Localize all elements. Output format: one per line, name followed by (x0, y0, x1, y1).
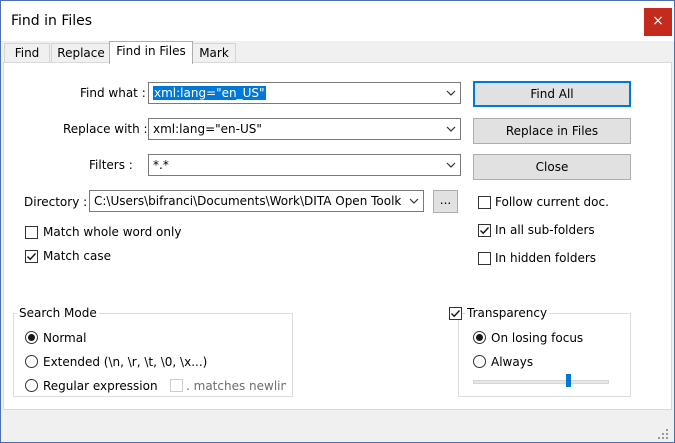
in-hidden-folders-label: In hidden folders (495, 251, 597, 265)
transparency-on-losing-focus-label: On losing focus (491, 331, 584, 345)
find-what-combo[interactable]: xml:lang="en_US" (148, 82, 461, 104)
transparency-checkbox[interactable] (449, 307, 462, 320)
tab-find-in-files-label: Find in Files (116, 44, 186, 58)
tab-mark[interactable]: Mark (192, 43, 236, 64)
replace-with-combo[interactable]: xml:lang="en-US" (148, 118, 461, 140)
match-case-label: Match case (43, 249, 112, 263)
in-hidden-folders-checkbox[interactable] (478, 252, 491, 265)
checkmark-icon (27, 253, 37, 261)
matches-newline-label: . matches newline (186, 379, 286, 393)
directory-label: Directory : (24, 195, 88, 209)
in-all-sub-folders-label: In all sub-folders (495, 223, 595, 237)
filters-value: *.* (153, 158, 169, 172)
transparency-always-label: Always (491, 355, 534, 369)
transparency-caption: Transparency (465, 306, 550, 320)
matches-newline-checkbox[interactable] (170, 379, 183, 392)
find-all-button[interactable]: Find All (473, 81, 631, 107)
chevron-down-icon[interactable] (446, 160, 456, 170)
tab-mark-label: Mark (199, 46, 229, 60)
filters-combo[interactable]: *.* (148, 154, 461, 176)
transparency-on-losing-focus-radio[interactable] (473, 331, 486, 344)
filters-label: Filters : (89, 158, 133, 172)
slider-thumb[interactable] (566, 374, 571, 387)
search-mode-extended-radio[interactable] (25, 355, 38, 368)
find-in-files-panel: Find what : xml:lang="en_US" Replace wit… (3, 62, 672, 410)
find-in-files-dialog: Find in Files × Find Replace Find in Fil… (0, 0, 675, 443)
replace-in-files-button[interactable]: Replace in Files (473, 118, 631, 144)
match-whole-word-label: Match whole word only (43, 225, 182, 239)
directory-combo[interactable]: C:\Users\bifranci\Documents\Work\DITA Op… (89, 190, 424, 212)
search-mode-caption: Search Mode (17, 306, 99, 320)
chevron-down-icon[interactable] (446, 124, 456, 134)
search-mode-extended-label: Extended (\n, \r, \t, \0, \x...) (43, 355, 208, 369)
status-bar (1, 411, 674, 442)
search-mode-normal-radio[interactable] (25, 331, 38, 344)
search-mode-normal-label: Normal (43, 331, 87, 345)
tab-find-label: Find (14, 46, 40, 60)
replace-with-value: xml:lang="en-US" (153, 122, 262, 136)
replace-with-label: Replace with : (63, 122, 148, 136)
tab-find-in-files[interactable]: Find in Files (109, 41, 193, 64)
transparency-always-radio[interactable] (473, 355, 486, 368)
in-all-sub-folders-checkbox[interactable] (478, 224, 491, 237)
match-case-checkbox[interactable] (25, 250, 38, 263)
find-what-value: xml:lang="en_US" (153, 86, 266, 100)
close-window-button[interactable]: × (644, 8, 672, 36)
window-title: Find in Files (11, 13, 93, 29)
search-mode-regex-label: Regular expression (43, 379, 158, 393)
tab-replace[interactable]: Replace (51, 43, 111, 64)
follow-current-doc-checkbox[interactable] (478, 196, 491, 209)
slider-track (473, 380, 609, 384)
title-bar: Find in Files × (1, 1, 674, 41)
search-mode-regex-radio[interactable] (25, 379, 38, 392)
tab-replace-label: Replace (57, 46, 105, 60)
tab-find[interactable]: Find (4, 43, 50, 64)
follow-current-doc-label: Follow current doc. (495, 195, 609, 209)
chevron-down-icon[interactable] (409, 196, 419, 206)
resize-grip-icon[interactable] (657, 428, 669, 440)
directory-value: C:\Users\bifranci\Documents\Work\DITA Op… (94, 194, 402, 208)
close-button[interactable]: Close (473, 154, 631, 180)
match-whole-word-checkbox[interactable] (25, 226, 38, 239)
checkmark-icon (480, 227, 490, 235)
chevron-down-icon[interactable] (446, 88, 456, 98)
browse-directory-button[interactable]: ... (433, 190, 458, 213)
transparency-slider[interactable] (473, 374, 609, 390)
find-what-label: Find what : (80, 86, 146, 100)
checkmark-icon (451, 310, 461, 318)
